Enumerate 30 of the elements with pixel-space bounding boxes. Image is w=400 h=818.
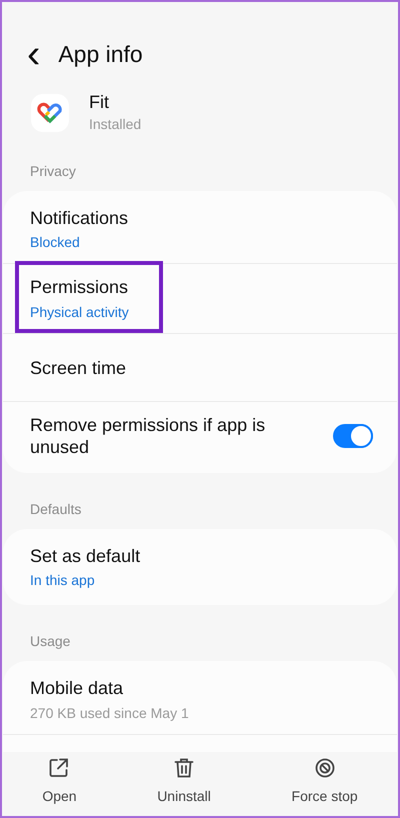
stop-icon bbox=[312, 756, 337, 780]
app-icon bbox=[31, 94, 69, 132]
row-title: Permissions bbox=[30, 276, 130, 299]
page-title: App info bbox=[58, 40, 143, 69]
row-subtitle: Blocked bbox=[30, 233, 81, 252]
row-title: Remove permissions if app is unused bbox=[30, 414, 266, 459]
trash-icon bbox=[172, 756, 196, 780]
settings-row[interactable]: Screen time bbox=[3, 332, 397, 401]
settings-row[interactable]: Remove permissions if app is unused bbox=[3, 400, 397, 469]
app-status: Installed bbox=[89, 114, 142, 134]
row-subtitle: In this app bbox=[30, 571, 96, 590]
settings-row[interactable]: Mobile data 270 KB used since May 1 bbox=[3, 665, 397, 734]
row-title: Mobile data bbox=[30, 677, 124, 700]
row-title: Notifications bbox=[30, 206, 130, 230]
action-button[interactable]: Open bbox=[34, 754, 85, 808]
action-button[interactable]: Uninstall bbox=[149, 754, 219, 808]
action-button[interactable]: Force stop bbox=[284, 754, 366, 808]
row-subtitle: 270 KB used since May 1 bbox=[30, 704, 190, 723]
section-label: Defaults bbox=[29, 500, 82, 519]
section-label: Privacy bbox=[29, 162, 77, 181]
section-label: Usage bbox=[29, 632, 72, 652]
app-name: Fit bbox=[89, 92, 110, 114]
row-title: Set as default bbox=[30, 544, 142, 568]
settings-row[interactable]: Permissions Physical activity bbox=[3, 263, 397, 333]
row-title: Screen time bbox=[30, 356, 128, 380]
toggle-switch[interactable] bbox=[333, 424, 373, 448]
back-button[interactable]: ‹ bbox=[27, 34, 40, 74]
settings-row[interactable]: Notifications Blocked bbox=[3, 194, 397, 264]
settings-row[interactable]: Set as default In this app bbox=[3, 532, 397, 602]
row-subtitle: Physical activity bbox=[30, 302, 130, 322]
